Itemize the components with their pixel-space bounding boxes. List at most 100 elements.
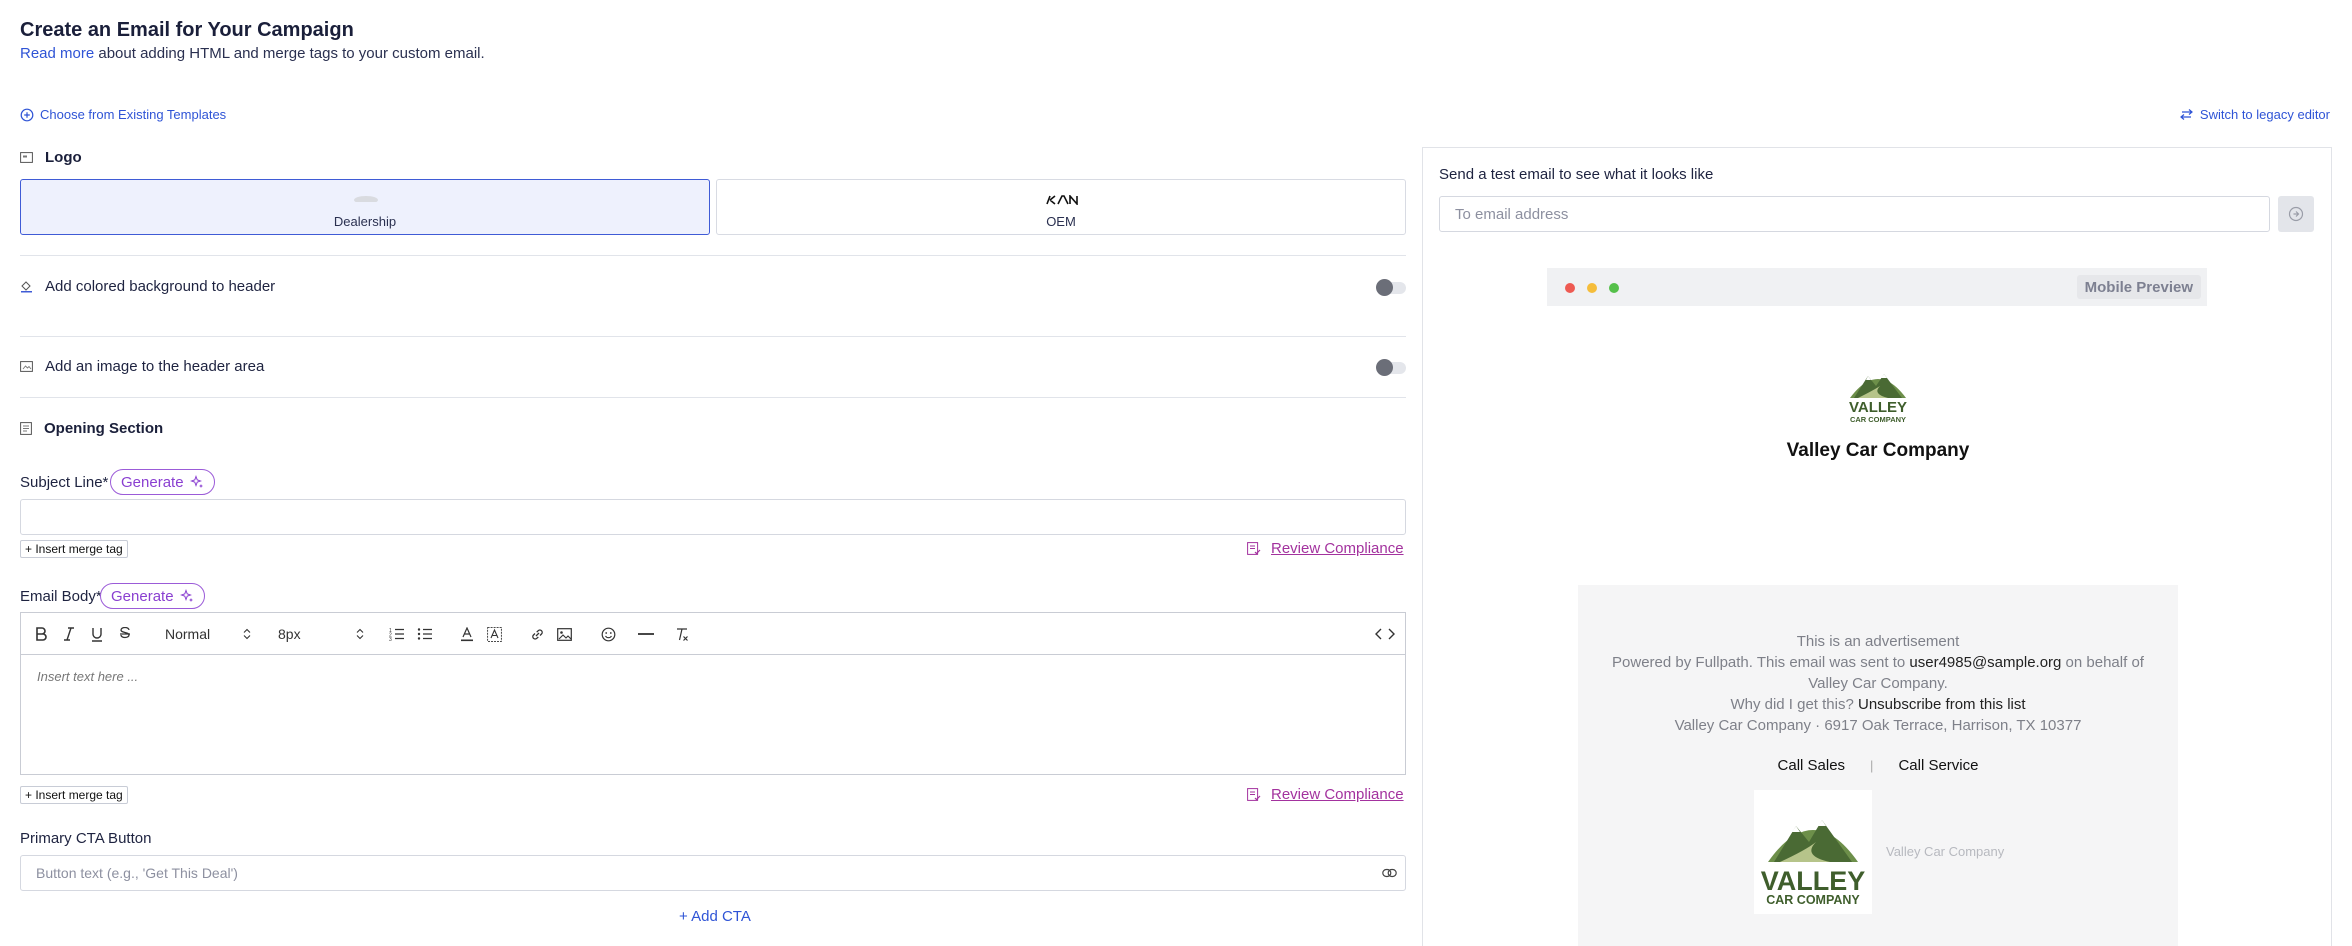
code-view-button[interactable] — [1375, 623, 1395, 645]
checklist-icon — [1247, 542, 1261, 555]
font-size-value: 8px — [278, 626, 301, 642]
window-maximize-dot — [1609, 283, 1619, 293]
link-icon[interactable] — [1382, 868, 1397, 878]
header-image-row: Add an image to the header area — [20, 358, 264, 375]
underline-icon — [92, 627, 102, 642]
logo-option-oem[interactable]: OEM — [716, 179, 1406, 235]
image-icon — [20, 152, 33, 163]
swap-arrows-icon — [2179, 109, 2193, 120]
italic-button[interactable] — [63, 623, 75, 645]
font-size-select[interactable]: 8px — [278, 623, 364, 645]
footer-logo-word: VALLEY — [1761, 866, 1866, 896]
why-text: Why did I get this? — [1730, 696, 1858, 713]
send-icon — [2288, 206, 2304, 222]
colored-bg-toggle[interactable] — [1376, 279, 1406, 296]
read-more-link[interactable]: Read more — [20, 45, 94, 62]
toggle-knob — [1376, 279, 1393, 296]
review-compliance-label: Review Compliance — [1271, 540, 1404, 557]
preview-window-bar: Mobile Preview — [1547, 268, 2207, 306]
text-color-button[interactable] — [460, 623, 474, 645]
select-arrows-icon — [243, 628, 251, 640]
page-subtitle: Read more about adding HTML and merge ta… — [20, 45, 485, 62]
recipient-email: user4985@sample.org — [1909, 654, 2062, 671]
image-icon — [557, 627, 572, 641]
bullet-list-button[interactable] — [417, 623, 433, 645]
italic-icon — [64, 627, 74, 641]
body-insert-merge-tag-button[interactable]: + Insert merge tag — [20, 786, 128, 804]
call-separator: | — [1870, 758, 1874, 773]
footer-logo-name: Valley Car Company — [1886, 844, 2005, 859]
highlight-color-button[interactable] — [487, 623, 502, 645]
link-button[interactable] — [530, 623, 545, 645]
logo-option-dealership[interactable]: Dealership — [20, 179, 710, 235]
test-email-placeholder: To email address — [1455, 206, 1569, 223]
opening-section-header: Opening Section — [20, 420, 163, 437]
window-minimize-dot — [1587, 283, 1597, 293]
opening-section-title: Opening Section — [44, 420, 164, 437]
ordered-list-button[interactable]: 123 — [389, 623, 405, 645]
body-review-compliance-link[interactable]: Review Compliance — [1247, 786, 1404, 803]
header-image-label: Add an image to the header area — [45, 358, 265, 375]
subject-line-input[interactable] — [20, 499, 1406, 535]
email-preview-footer: This is an advertisement Powered by Full… — [1578, 585, 2178, 946]
choose-templates-link[interactable]: Choose from Existing Templates — [20, 107, 226, 122]
subject-insert-merge-tag-button[interactable]: + Insert merge tag — [20, 540, 128, 558]
switch-legacy-link[interactable]: Switch to legacy editor — [2179, 107, 2330, 122]
send-test-button[interactable] — [2278, 196, 2314, 232]
insert-image-button[interactable] — [557, 623, 572, 645]
add-cta-button[interactable]: + Add CTA — [679, 908, 751, 925]
rich-text-toolbar: Normal 8px 123 — [20, 612, 1406, 654]
horizontal-rule-icon — [638, 633, 654, 635]
colored-bg-row: Add colored background to header — [20, 278, 275, 295]
mobile-preview-button[interactable]: Mobile Preview — [2076, 275, 2201, 299]
generate-label: Generate — [111, 587, 174, 605]
text-style-select[interactable]: Normal — [165, 623, 251, 645]
code-icon — [1375, 628, 1395, 640]
dealership-logo-icon — [354, 196, 378, 202]
clear-format-icon — [677, 627, 688, 641]
sparkle-icon — [189, 475, 203, 488]
email-body-placeholder: Insert text here ... — [37, 669, 139, 684]
cta-button-text-input[interactable]: Button text (e.g., 'Get This Deal') — [20, 855, 1406, 891]
body-generate-button[interactable]: Generate — [100, 583, 205, 609]
powered-by-prefix: Powered by Fullpath. This email was sent… — [1612, 654, 1910, 671]
call-service-link[interactable]: Call Service — [1898, 757, 1978, 774]
subject-generate-button[interactable]: Generate — [110, 469, 215, 495]
test-email-input[interactable]: To email address — [1439, 196, 2270, 232]
oem-logo-icon — [1046, 195, 1078, 205]
link-icon — [532, 628, 543, 640]
text-color-icon — [461, 626, 473, 641]
ordered-list-icon: 123 — [389, 628, 404, 641]
subject-review-compliance-link[interactable]: Review Compliance — [1247, 540, 1404, 557]
call-sales-link[interactable]: Call Sales — [1778, 757, 1846, 774]
clear-format-button[interactable] — [675, 623, 690, 645]
horizontal-rule-button[interactable] — [638, 623, 654, 645]
header-image-toggle[interactable] — [1376, 359, 1406, 376]
call-links-row: Call Sales | Call Service — [1578, 757, 2178, 774]
subject-line-label: Subject Line* — [20, 474, 109, 491]
sparkle-icon — [179, 589, 193, 602]
page-title: Create an Email for Your Campaign — [20, 19, 354, 41]
footer-logo-box: VALLEY CAR COMPANY — [1754, 790, 1872, 914]
primary-cta-label: Primary CTA Button — [20, 830, 152, 847]
underline-button[interactable] — [91, 623, 103, 645]
unsubscribe-link[interactable]: Unsubscribe from this list — [1858, 696, 2026, 713]
test-email-label: Send a test email to see what it looks l… — [1439, 166, 1714, 183]
highlight-color-icon — [487, 626, 502, 642]
bold-button[interactable] — [35, 623, 47, 645]
svg-text:3: 3 — [389, 637, 392, 641]
emoji-button[interactable] — [601, 623, 616, 645]
bullet-list-icon — [417, 628, 432, 640]
image-icon — [20, 361, 33, 372]
email-body-editor[interactable]: Insert text here ... — [20, 654, 1406, 775]
text-style-value: Normal — [165, 626, 211, 642]
plus-circle-icon — [20, 108, 34, 121]
logo-option-label: Dealership — [333, 214, 397, 229]
logo-section-title: Logo — [45, 149, 82, 166]
strikethrough-button[interactable] — [119, 623, 131, 645]
review-compliance-label: Review Compliance — [1271, 786, 1404, 803]
window-close-dot — [1565, 283, 1575, 293]
logo-option-label: OEM — [1046, 214, 1076, 229]
footer-dealership-logo: VALLEY CAR COMPANY — [1761, 820, 1866, 907]
subtitle-text: about adding HTML and merge tags to your… — [94, 45, 485, 62]
